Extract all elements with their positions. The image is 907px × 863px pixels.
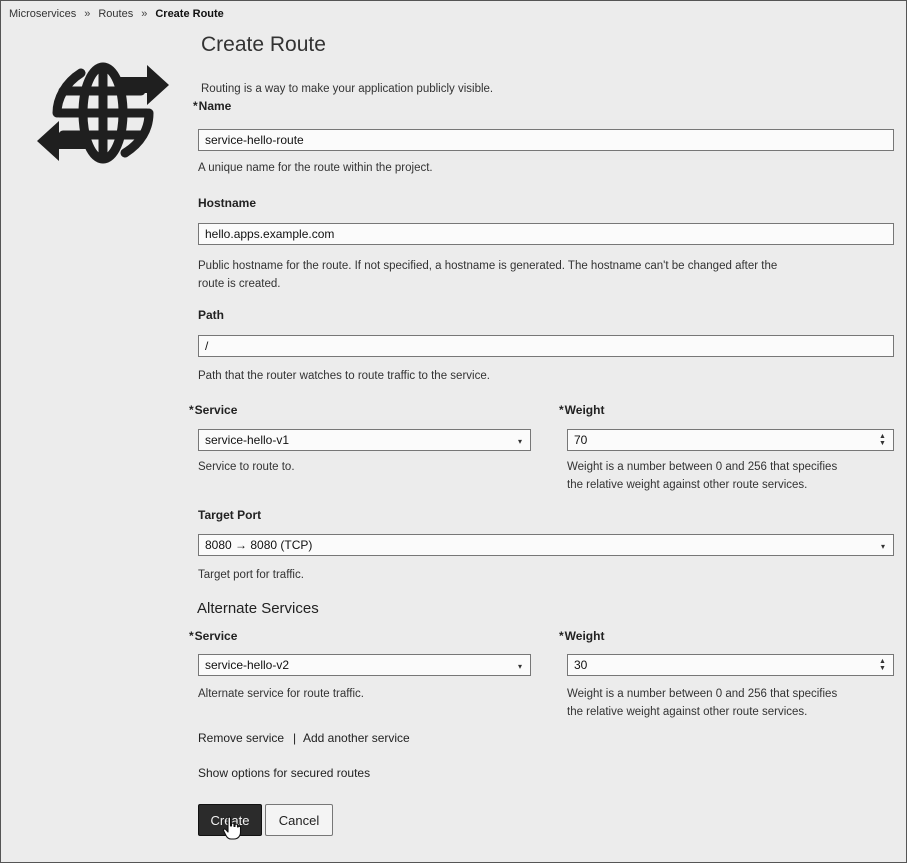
alt-service-label-text: Service xyxy=(194,629,238,643)
alt-weight-label-text: Weight xyxy=(564,629,605,643)
add-another-service-link[interactable]: Add another service xyxy=(303,731,410,745)
alt-weight-help-line: the relative weight against other route … xyxy=(567,706,808,718)
alternate-services-title: Alternate Services xyxy=(197,600,319,617)
name-input[interactable]: service-hello-route xyxy=(198,129,894,151)
hostname-input[interactable]: hello.apps.example.com xyxy=(198,223,894,245)
required-marker: * xyxy=(193,99,198,113)
chevron-down-icon: ▾ xyxy=(517,437,522,446)
hostname-help-line: Public hostname for the route. If not sp… xyxy=(198,260,778,272)
hostname-help: Public hostname for the route. If not sp… xyxy=(198,257,777,293)
spin-down-icon: ▼ xyxy=(879,440,886,447)
required-marker: * xyxy=(559,629,564,643)
path-input[interactable]: / xyxy=(198,335,894,357)
breadcrumb-separator: » xyxy=(84,8,91,20)
spin-down-icon: ▼ xyxy=(879,665,886,672)
hostname-input-value: hello.apps.example.com xyxy=(205,227,335,241)
weight-input[interactable]: 70 ▲ ▼ xyxy=(567,429,894,451)
page-intro: Routing is a way to make your applicatio… xyxy=(201,83,494,95)
name-input-value: service-hello-route xyxy=(205,133,304,147)
cancel-button[interactable]: Cancel xyxy=(265,804,333,836)
remove-service-link[interactable]: Remove service xyxy=(198,731,284,745)
service-help: Service to route to. xyxy=(198,461,295,473)
globe-routing-icon xyxy=(37,62,169,164)
spin-up-icon: ▲ xyxy=(879,433,886,440)
path-label: Path xyxy=(198,308,225,322)
target-port-select-value: 8080 → 8080 (TCP) xyxy=(205,538,313,552)
hostname-help-line: route is created. xyxy=(198,278,281,290)
required-marker: * xyxy=(189,403,194,417)
alt-service-help: Alternate service for route traffic. xyxy=(198,688,364,700)
weight-help-line: the relative weight against other route … xyxy=(567,479,808,491)
service-label-text: Service xyxy=(194,403,238,417)
weight-input-value: 70 xyxy=(574,433,588,447)
target-port-help: Target port for traffic. xyxy=(198,569,304,581)
breadcrumb-microservices[interactable]: Microservices xyxy=(9,8,76,20)
name-label-text: Name xyxy=(198,99,232,113)
link-separator: | xyxy=(293,731,297,745)
show-secured-routes-link[interactable]: Show options for secured routes xyxy=(198,766,370,780)
required-marker: * xyxy=(189,629,194,643)
chevron-down-icon: ▾ xyxy=(880,542,885,551)
weight-label: *Weight xyxy=(559,403,604,417)
hostname-label: Hostname xyxy=(198,196,257,210)
create-route-page: Microservices » Routes » Create Route Cr… xyxy=(0,0,907,863)
breadcrumb-current: Create Route xyxy=(155,8,224,20)
alt-weight-input[interactable]: 30 ▲ ▼ xyxy=(567,654,894,676)
weight-help: Weight is a number between 0 and 256 tha… xyxy=(567,458,837,494)
spinner-icon[interactable]: ▲ ▼ xyxy=(878,658,887,672)
alt-service-select-value: service-hello-v2 xyxy=(205,658,290,672)
alt-service-select[interactable]: service-hello-v2 ▾ xyxy=(198,654,531,676)
spin-up-icon: ▲ xyxy=(879,658,886,665)
alt-weight-help-line: Weight is a number between 0 and 256 tha… xyxy=(567,688,838,700)
page-title: Create Route xyxy=(201,33,326,56)
name-label: *Name xyxy=(193,99,231,113)
alt-service-label: *Service xyxy=(189,629,237,643)
service-select-value: service-hello-v1 xyxy=(205,433,290,447)
spinner-icon[interactable]: ▲ ▼ xyxy=(878,433,887,447)
path-help: Path that the router watches to route tr… xyxy=(198,370,490,382)
breadcrumb: Microservices » Routes » Create Route xyxy=(9,5,224,23)
service-select[interactable]: service-hello-v1 ▾ xyxy=(198,429,531,451)
alt-weight-input-value: 30 xyxy=(574,658,588,672)
target-port-select[interactable]: 8080 → 8080 (TCP) ▾ xyxy=(198,534,894,556)
path-input-value: / xyxy=(205,339,209,353)
name-help: A unique name for the route within the p… xyxy=(198,162,433,174)
breadcrumb-routes[interactable]: Routes xyxy=(98,8,133,20)
weight-help-line: Weight is a number between 0 and 256 tha… xyxy=(567,461,838,473)
alt-weight-help: Weight is a number between 0 and 256 tha… xyxy=(567,685,837,721)
alt-weight-label: *Weight xyxy=(559,629,604,643)
target-port-label: Target Port xyxy=(198,508,262,522)
required-marker: * xyxy=(559,403,564,417)
chevron-down-icon: ▾ xyxy=(517,662,522,671)
hand-pointer-icon xyxy=(222,816,242,840)
breadcrumb-separator: » xyxy=(141,8,148,20)
weight-label-text: Weight xyxy=(564,403,605,417)
service-label: *Service xyxy=(189,403,237,417)
